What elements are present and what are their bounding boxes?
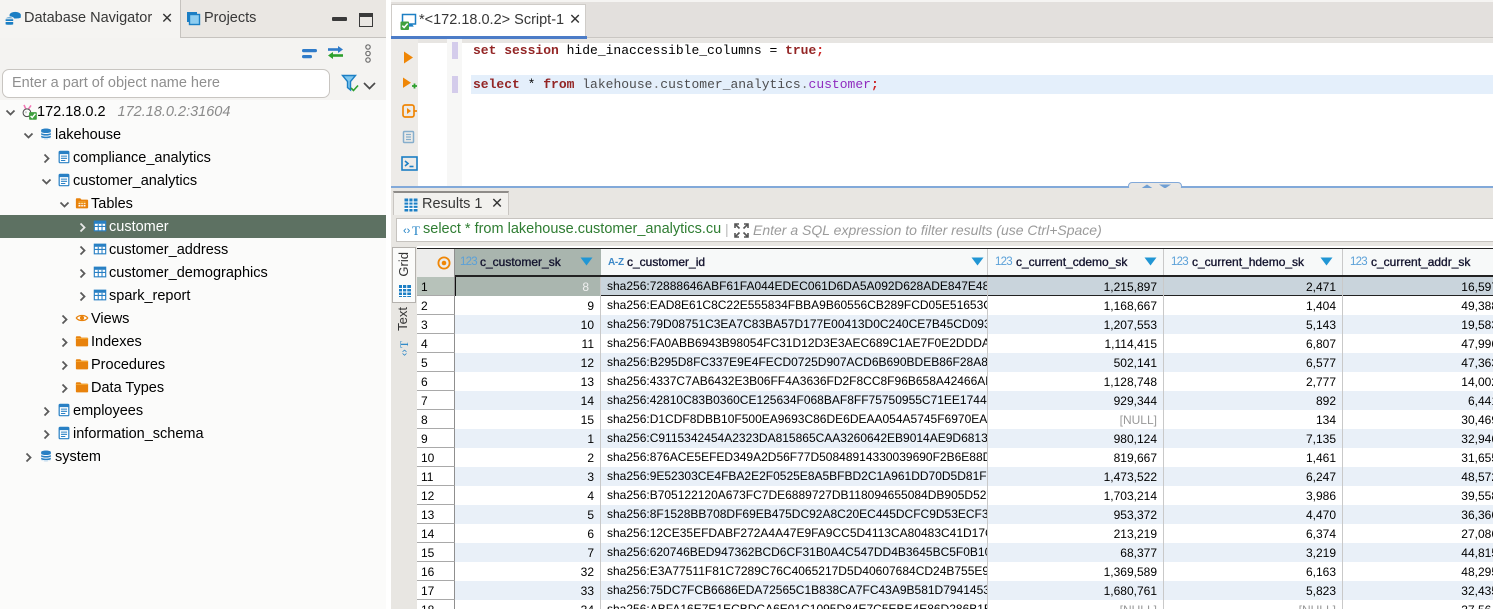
svg-text:‹›: ‹› [399,349,410,356]
svg-text:T: T [397,341,411,348]
svg-text:‹›: ‹› [403,225,411,237]
svg-text:T: T [412,223,420,238]
